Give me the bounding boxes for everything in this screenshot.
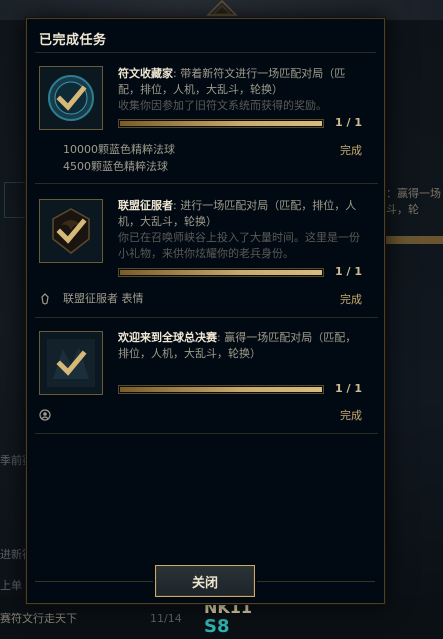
mission-icon-frame (39, 66, 103, 130)
title-divider (35, 52, 376, 53)
mission-progress-fill (120, 121, 322, 126)
mission-progress-count: 1 / 1 (335, 116, 362, 129)
conqueror-check-icon (52, 208, 90, 254)
mission-icon-frame (39, 331, 103, 395)
background-text-3: 上单 (0, 579, 22, 592)
mission-divider (35, 433, 378, 434)
mission-progress-bar (118, 268, 324, 277)
completed-missions-dialog: 已完成任务 符文收藏家: 带着新符文进行一场匹配对局（匹配，排位，人机，大乱斗，… (26, 18, 385, 604)
background-text-5: 11/14 (150, 612, 182, 625)
mission-progress-fill (120, 270, 322, 275)
mission-description: 收集你因参加了旧符文系统而获得的奖励。 (118, 99, 327, 112)
dialog-title: 已完成任务 (39, 33, 107, 48)
mission-status: 完成 (340, 409, 362, 422)
mission-name: 符文收藏家 (118, 67, 173, 80)
top-ornament-icon (206, 0, 238, 16)
mission-reward: 联盟征服者 表情 (63, 292, 144, 305)
close-button[interactable]: 关闭 (155, 565, 255, 597)
mission-progress-bar (118, 119, 324, 128)
emote-icon (41, 293, 49, 305)
mission-text: 符文收藏家: 带着新符文进行一场匹配对局（匹配，排位，人机，大乱斗，轮换） 收集… (118, 66, 364, 114)
mission-name: 欢迎来到全球总决赛 (118, 331, 217, 344)
background-text-right-1: ：赢得一场 (386, 187, 441, 200)
mission-progress-bar (118, 385, 324, 394)
mission-text: 联盟征服者: 进行一场匹配对局（匹配，排位，人机，大乱斗，轮换） 你已在召唤师峡… (118, 198, 364, 262)
mission-progress-count: 1 / 1 (335, 382, 362, 395)
background-frame (4, 182, 26, 218)
mission-status: 完成 (340, 144, 362, 157)
mission-divider (35, 183, 378, 184)
background-logo-text-2: S8 (204, 616, 230, 637)
button-divider-left (35, 581, 153, 582)
background-progress (386, 236, 443, 244)
icon-reward-icon (39, 409, 51, 421)
mission-icon-frame (39, 199, 103, 263)
mission-description: 你已在召唤师峡谷上投入了大量时间。这里是一份小礼物，来供你炫耀你的老兵身份。 (118, 231, 360, 260)
background-text-right-2: 斗，轮 (386, 203, 419, 216)
mission-reward: 4500颗蓝色精粹法球 (63, 160, 168, 173)
mission-reward: 10000颗蓝色精粹法球 (63, 143, 175, 156)
mission-divider (35, 317, 378, 318)
mission-status: 完成 (340, 293, 362, 306)
mission-name: 联盟征服者 (118, 199, 173, 212)
button-divider-right (257, 581, 375, 582)
mission-text: 欢迎来到全球总决赛: 赢得一场匹配对局（匹配，排位，人机，大乱斗，轮换） (118, 330, 364, 362)
mission-progress-fill (120, 387, 322, 392)
mission-progress-count: 1 / 1 (335, 265, 362, 278)
background-right (383, 20, 443, 639)
worlds-check-icon (47, 339, 95, 387)
background-text-4: 赛符文行走天下 (0, 612, 77, 625)
rune-check-icon (48, 75, 94, 121)
